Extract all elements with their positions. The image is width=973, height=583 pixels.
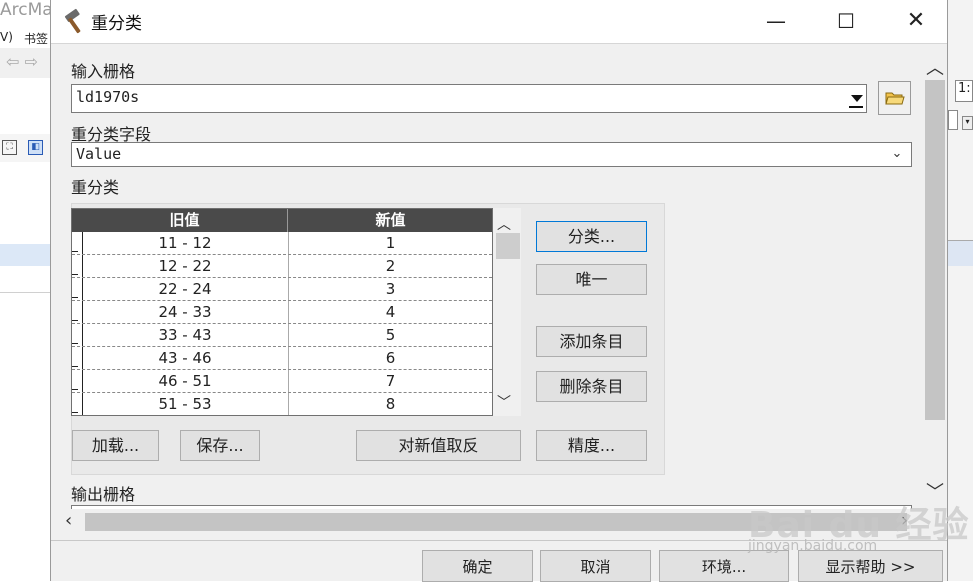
new-value-cell[interactable]: 7 [289, 370, 492, 392]
old-value-cell[interactable]: 11 - 12 [82, 232, 289, 254]
maximize-button[interactable]: ☐ [823, 0, 869, 44]
title-bar[interactable]: 重分类 — ☐ ✕ [51, 0, 947, 44]
scroll-up-icon[interactable]: ︿ [497, 214, 511, 234]
new-value-cell[interactable]: 8 [289, 393, 492, 415]
environments-button[interactable]: 环境... [659, 550, 789, 582]
classify-button[interactable]: 分类... [536, 221, 647, 252]
back-forward-arrows-icon[interactable]: ⇦ ⇨ [6, 52, 38, 71]
reclassification-label: 重分类 [71, 178, 120, 197]
vertical-scroll-thumb[interactable] [925, 80, 945, 420]
background-menu-view[interactable]: V) [0, 30, 13, 44]
background-control[interactable] [948, 110, 958, 130]
input-raster-label: 输入栅格 [71, 62, 136, 81]
old-value-cell[interactable]: 22 - 24 [82, 278, 289, 300]
output-raster-label: 输出栅格 [71, 485, 136, 504]
load-button[interactable]: 加载... [72, 430, 159, 461]
dialog-title: 重分类 [91, 14, 142, 34]
reclass-table[interactable]: 旧值 新值 11 - 12 1 12 - 22 2 22 - 24 3 24 - 33… [71, 208, 493, 416]
table-scroll-thumb[interactable] [496, 233, 520, 259]
ok-button[interactable]: 确定 [422, 550, 533, 582]
cancel-button[interactable]: 取消 [540, 550, 651, 582]
table-header: 旧值 新值 [72, 209, 492, 232]
table-row[interactable]: 22 - 24 3 [72, 278, 492, 301]
dropdown-arrow-icon[interactable] [847, 84, 867, 113]
browse-folder-button[interactable] [878, 81, 911, 115]
background-window [0, 0, 50, 581]
dropdown-underline [849, 106, 863, 108]
background-menu-bookmarks[interactable]: 书签 [24, 30, 48, 47]
baidu-watermark-url: jingyan.baidu.com [748, 538, 878, 554]
old-value-cell[interactable]: 43 - 46 [82, 347, 289, 369]
new-value-cell[interactable]: 3 [289, 278, 492, 300]
old-value-cell[interactable]: 46 - 51 [82, 370, 289, 392]
table-row[interactable]: 12 - 22 2 [72, 255, 492, 278]
old-value-cell[interactable]: 12 - 22 [82, 255, 289, 277]
minimize-button[interactable]: — [753, 0, 799, 44]
input-raster-combo[interactable]: ld1970s [71, 84, 867, 113]
background-window-title: ArcMa [0, 0, 53, 20]
new-value-cell[interactable]: 5 [289, 324, 492, 346]
unique-button[interactable]: 唯一 [536, 264, 647, 295]
old-value-cell[interactable]: 24 - 33 [82, 301, 289, 323]
table-row[interactable]: 11 - 12 1 [72, 232, 492, 255]
scale-box[interactable]: 1: [955, 80, 973, 102]
new-value-cell[interactable]: 1 [289, 232, 492, 254]
background-selected-row [0, 244, 50, 266]
add-entry-button[interactable]: 添加条目 [536, 326, 647, 357]
open-folder-icon [884, 92, 905, 105]
column-header-old-value[interactable]: 旧值 [82, 209, 288, 232]
scroll-down-icon[interactable]: ﹀ [497, 392, 511, 412]
close-button[interactable]: ✕ [893, 0, 939, 44]
layer-icon[interactable]: ◧ [28, 140, 43, 155]
save-button[interactable]: 保存... [180, 430, 260, 461]
background-dropdown-icon[interactable]: ▾ [962, 116, 973, 130]
background-panel [948, 240, 973, 266]
old-value-cell[interactable]: 51 - 53 [82, 393, 289, 415]
new-value-cell[interactable]: 6 [289, 347, 492, 369]
table-row[interactable]: 51 - 53 8 [72, 393, 492, 415]
new-value-cell[interactable]: 4 [289, 301, 492, 323]
background-divider [0, 292, 50, 293]
full-extent-icon[interactable]: ⛶ [2, 140, 17, 155]
table-row[interactable]: 33 - 43 5 [72, 324, 492, 347]
table-row[interactable]: 43 - 46 6 [72, 347, 492, 370]
reclassify-dialog: 重分类 — ☐ ✕ 输入栅格 ld1970s 重分类字段 Value ⌄ 重分类… [50, 0, 948, 582]
chevron-up-icon[interactable]: ︿ [923, 54, 947, 80]
chevron-left-icon[interactable]: ‹ [65, 510, 72, 531]
new-value-cell[interactable]: 2 [289, 255, 492, 277]
precision-button[interactable]: 精度... [536, 430, 647, 461]
chevron-down-icon[interactable]: ⌄ [887, 146, 907, 164]
reclass-field-select[interactable]: Value [71, 142, 912, 167]
reverse-new-values-button[interactable]: 对新值取反 [356, 430, 521, 461]
table-row[interactable]: 46 - 51 7 [72, 370, 492, 393]
hammer-icon [64, 8, 81, 34]
column-header-new-value[interactable]: 新值 [289, 209, 492, 232]
delete-entry-button[interactable]: 删除条目 [536, 371, 647, 402]
table-row[interactable]: 24 - 33 4 [72, 301, 492, 324]
old-value-cell[interactable]: 33 - 43 [82, 324, 289, 346]
show-help-button[interactable]: 显示帮助 >> [798, 550, 943, 582]
